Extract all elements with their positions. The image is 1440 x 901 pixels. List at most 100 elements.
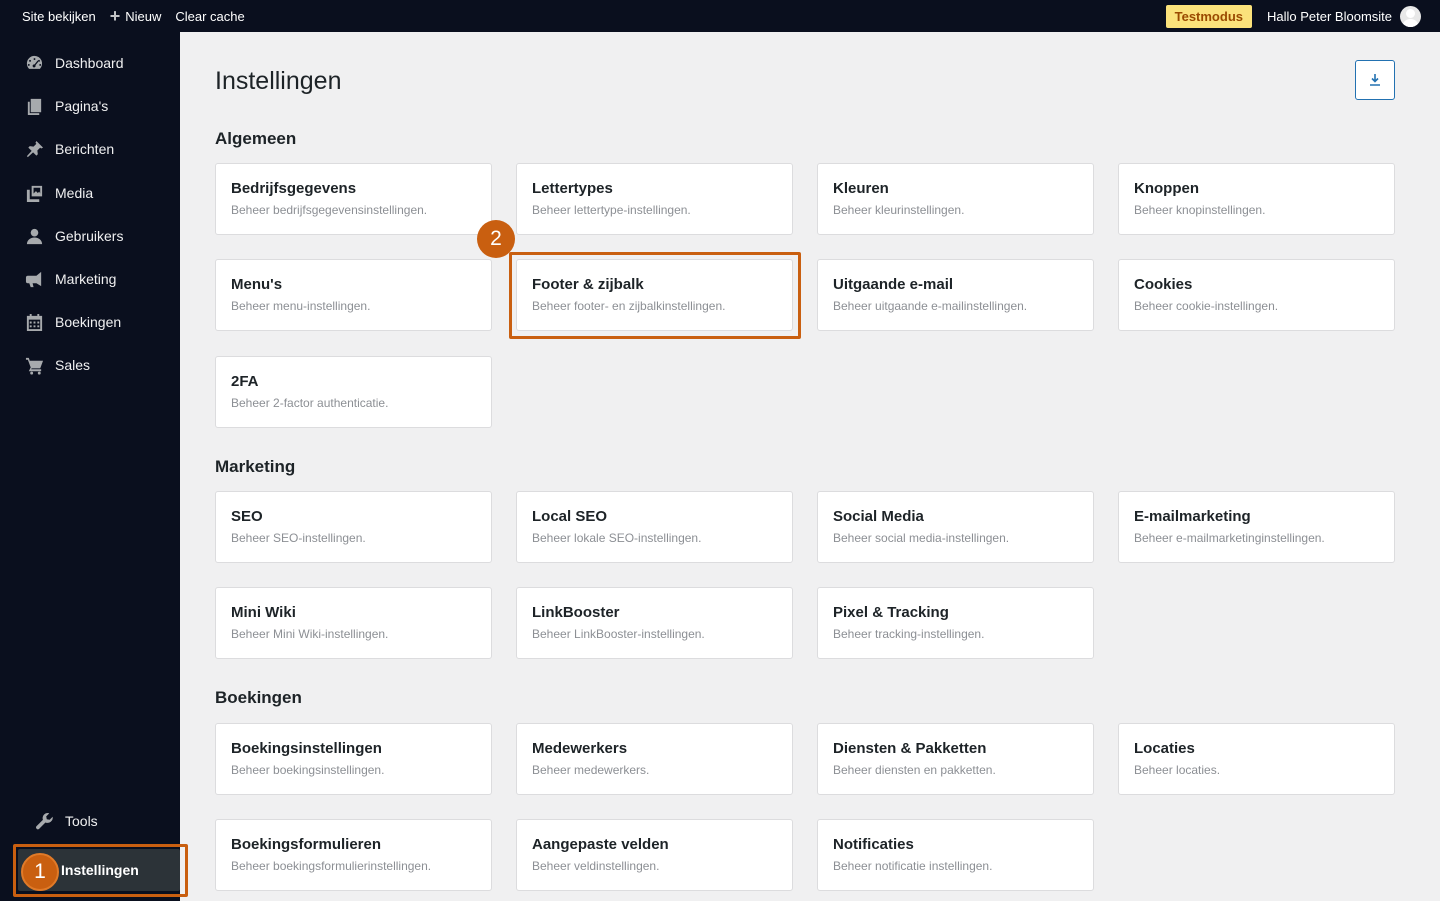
settings-card-local-seo[interactable]: Local SEO Beheer lokale SEO-instellingen… bbox=[516, 491, 793, 563]
card-description: Beheer knopinstellingen. bbox=[1134, 203, 1266, 217]
card-title: Medewerkers bbox=[532, 740, 628, 757]
card-title: Kleuren bbox=[833, 180, 889, 197]
sidebar-item-label: Sales bbox=[55, 357, 91, 373]
settings-card-custom-fields[interactable]: Aangepaste velden Beheer veldinstellinge… bbox=[516, 819, 793, 891]
sidebar-item-label: Tools bbox=[65, 813, 98, 829]
wrench-icon bbox=[34, 811, 54, 831]
card-description: Beheer bedrijfsgegevensinstellingen. bbox=[231, 203, 428, 217]
cart-icon bbox=[24, 355, 44, 375]
card-title: Mini Wiki bbox=[231, 604, 296, 621]
card-description: Beheer notificatie instellingen. bbox=[833, 859, 993, 873]
card-description: Beheer locaties. bbox=[1134, 763, 1221, 777]
settings-card-buttons[interactable]: Knoppen Beheer knopinstellingen. bbox=[1118, 163, 1395, 235]
avatar[interactable] bbox=[1400, 5, 1421, 27]
card-title: Cookies bbox=[1134, 276, 1193, 293]
test-mode-badge: Testmodus bbox=[1165, 4, 1252, 28]
settings-card-cookies[interactable]: Cookies Beheer cookie-instellingen. bbox=[1118, 259, 1395, 331]
card-description: Beheer lokale SEO-instellingen. bbox=[532, 531, 702, 545]
page-title: Instellingen bbox=[215, 67, 342, 95]
section-title-bookings: Boekingen bbox=[215, 688, 302, 707]
settings-card-linkbooster[interactable]: LinkBooster Beheer LinkBooster-instellin… bbox=[516, 587, 793, 659]
settings-card-company[interactable]: Bedrijfsgegevens Beheer bedrijfsgegevens… bbox=[215, 163, 492, 235]
sidebar-item-media[interactable]: Media bbox=[0, 175, 180, 211]
user-greeting[interactable]: Hallo Peter Bloomsite bbox=[1267, 9, 1392, 24]
sidebar-item-sales[interactable]: Sales bbox=[0, 347, 180, 383]
settings-card-booking-settings[interactable]: Boekingsinstellingen Beheer boekingsinst… bbox=[215, 723, 492, 795]
card-title: Social Media bbox=[833, 508, 924, 525]
sidebar-item-marketing[interactable]: Marketing bbox=[0, 261, 180, 297]
settings-card-footer-sidebar[interactable]: Footer & zijbalk Beheer footer- en zijba… bbox=[516, 259, 793, 331]
card-description: Beheer kleurinstellingen. bbox=[833, 203, 965, 217]
card-description: Beheer e-mailmarketinginstellingen. bbox=[1134, 531, 1325, 545]
settings-card-seo[interactable]: SEO Beheer SEO-instellingen. bbox=[215, 491, 492, 563]
card-title: Aangepaste velden bbox=[532, 836, 669, 853]
card-description: Beheer veldinstellingen. bbox=[532, 859, 660, 873]
sidebar-item-label: Dashboard bbox=[55, 55, 124, 71]
sidebar-item-tools[interactable]: Tools bbox=[0, 803, 180, 839]
settings-card-services-packages[interactable]: Diensten & Pakketten Beheer diensten en … bbox=[817, 723, 1094, 795]
card-title: Locaties bbox=[1134, 740, 1195, 757]
card-title: Lettertypes bbox=[532, 180, 613, 197]
settings-card-notifications[interactable]: Notificaties Beheer notificatie instelli… bbox=[817, 819, 1094, 891]
card-title: SEO bbox=[231, 508, 263, 525]
card-title: Knoppen bbox=[1134, 180, 1199, 197]
sidebar: Dashboard Pagina's Berichten Media Gebru… bbox=[0, 32, 180, 901]
sidebar-item-users[interactable]: Gebruikers bbox=[0, 218, 180, 254]
settings-card-email-marketing[interactable]: E-mailmarketing Beheer e-mailmarketingin… bbox=[1118, 491, 1395, 563]
pin-icon bbox=[24, 139, 44, 159]
card-description: Beheer Mini Wiki-instellingen. bbox=[231, 627, 389, 641]
download-button[interactable] bbox=[1355, 60, 1395, 100]
card-description: Beheer lettertype-instellingen. bbox=[532, 203, 691, 217]
new-label: Nieuw bbox=[125, 8, 162, 24]
dashboard-icon bbox=[24, 53, 44, 73]
card-description: Beheer tracking-instellingen. bbox=[833, 627, 985, 641]
card-description: Beheer SEO-instellingen. bbox=[231, 531, 366, 545]
card-description: Beheer social media-instellingen. bbox=[833, 531, 1010, 545]
card-description: Beheer 2-factor authenticatie. bbox=[231, 396, 389, 410]
main-content: Instellingen Algemeen Bedrijfsgegevens B… bbox=[180, 32, 1440, 901]
sidebar-item-label: Boekingen bbox=[55, 314, 122, 330]
sidebar-item-pages[interactable]: Pagina's bbox=[0, 88, 180, 124]
card-title: 2FA bbox=[231, 373, 259, 390]
sidebar-item-label: Marketing bbox=[55, 271, 117, 287]
settings-card-colors[interactable]: Kleuren Beheer kleurinstellingen. bbox=[817, 163, 1094, 235]
sidebar-item-label: Berichten bbox=[55, 141, 115, 157]
settings-card-2fa[interactable]: 2FA Beheer 2-factor authenticatie. bbox=[215, 356, 492, 428]
card-description: Beheer LinkBooster-instellingen. bbox=[532, 627, 705, 641]
megaphone-icon bbox=[24, 269, 44, 289]
settings-card-pixel-tracking[interactable]: Pixel & Tracking Beheer tracking-instell… bbox=[817, 587, 1094, 659]
card-title: Notificaties bbox=[833, 836, 914, 853]
settings-card-outgoing-email[interactable]: Uitgaande e-mail Beheer uitgaande e-mail… bbox=[817, 259, 1094, 331]
settings-card-booking-forms[interactable]: Boekingsformulieren Beheer boekingsformu… bbox=[215, 819, 492, 891]
card-description: Beheer footer- en zijbalkinstellingen. bbox=[532, 299, 726, 313]
sidebar-item-label: Gebruikers bbox=[55, 228, 124, 244]
sidebar-item-bookings[interactable]: Boekingen bbox=[0, 304, 180, 340]
settings-card-fonts[interactable]: Lettertypes Beheer lettertype-instelling… bbox=[516, 163, 793, 235]
settings-card-social-media[interactable]: Social Media Beheer social media-instell… bbox=[817, 491, 1094, 563]
calendar-icon bbox=[24, 312, 44, 332]
card-description: Beheer cookie-instellingen. bbox=[1134, 299, 1279, 313]
clear-cache-link[interactable]: Clear cache bbox=[168, 0, 251, 32]
sidebar-item-posts[interactable]: Berichten bbox=[0, 131, 180, 167]
card-title: Bedrijfsgegevens bbox=[231, 180, 357, 197]
new-button[interactable]: + Nieuw bbox=[103, 0, 169, 32]
settings-card-mini-wiki[interactable]: Mini Wiki Beheer Mini Wiki-instellingen. bbox=[215, 587, 492, 659]
card-title: Boekingsformulieren bbox=[231, 836, 382, 853]
sidebar-item-dashboard[interactable]: Dashboard bbox=[0, 45, 180, 81]
settings-card-locations[interactable]: Locaties Beheer locaties. bbox=[1118, 723, 1395, 795]
card-title: LinkBooster bbox=[532, 604, 620, 621]
pages-icon bbox=[24, 96, 44, 116]
sidebar-item-label: Instellingen bbox=[61, 862, 139, 878]
card-description: Beheer uitgaande e-mailinstellingen. bbox=[833, 299, 1028, 313]
card-description: Beheer medewerkers. bbox=[532, 763, 650, 777]
card-title: Local SEO bbox=[532, 508, 608, 525]
media-icon bbox=[24, 183, 44, 203]
settings-card-employees[interactable]: Medewerkers Beheer medewerkers. bbox=[516, 723, 793, 795]
card-description: Beheer diensten en pakketten. bbox=[833, 763, 996, 777]
user-icon bbox=[24, 226, 44, 246]
section-title-marketing: Marketing bbox=[215, 457, 296, 476]
settings-card-menus[interactable]: Menu's Beheer menu-instellingen. bbox=[215, 259, 492, 331]
section-title-general: Algemeen bbox=[215, 129, 297, 148]
card-title: Boekingsinstellingen bbox=[231, 740, 382, 757]
view-site-link[interactable]: Site bekijken bbox=[0, 0, 103, 32]
